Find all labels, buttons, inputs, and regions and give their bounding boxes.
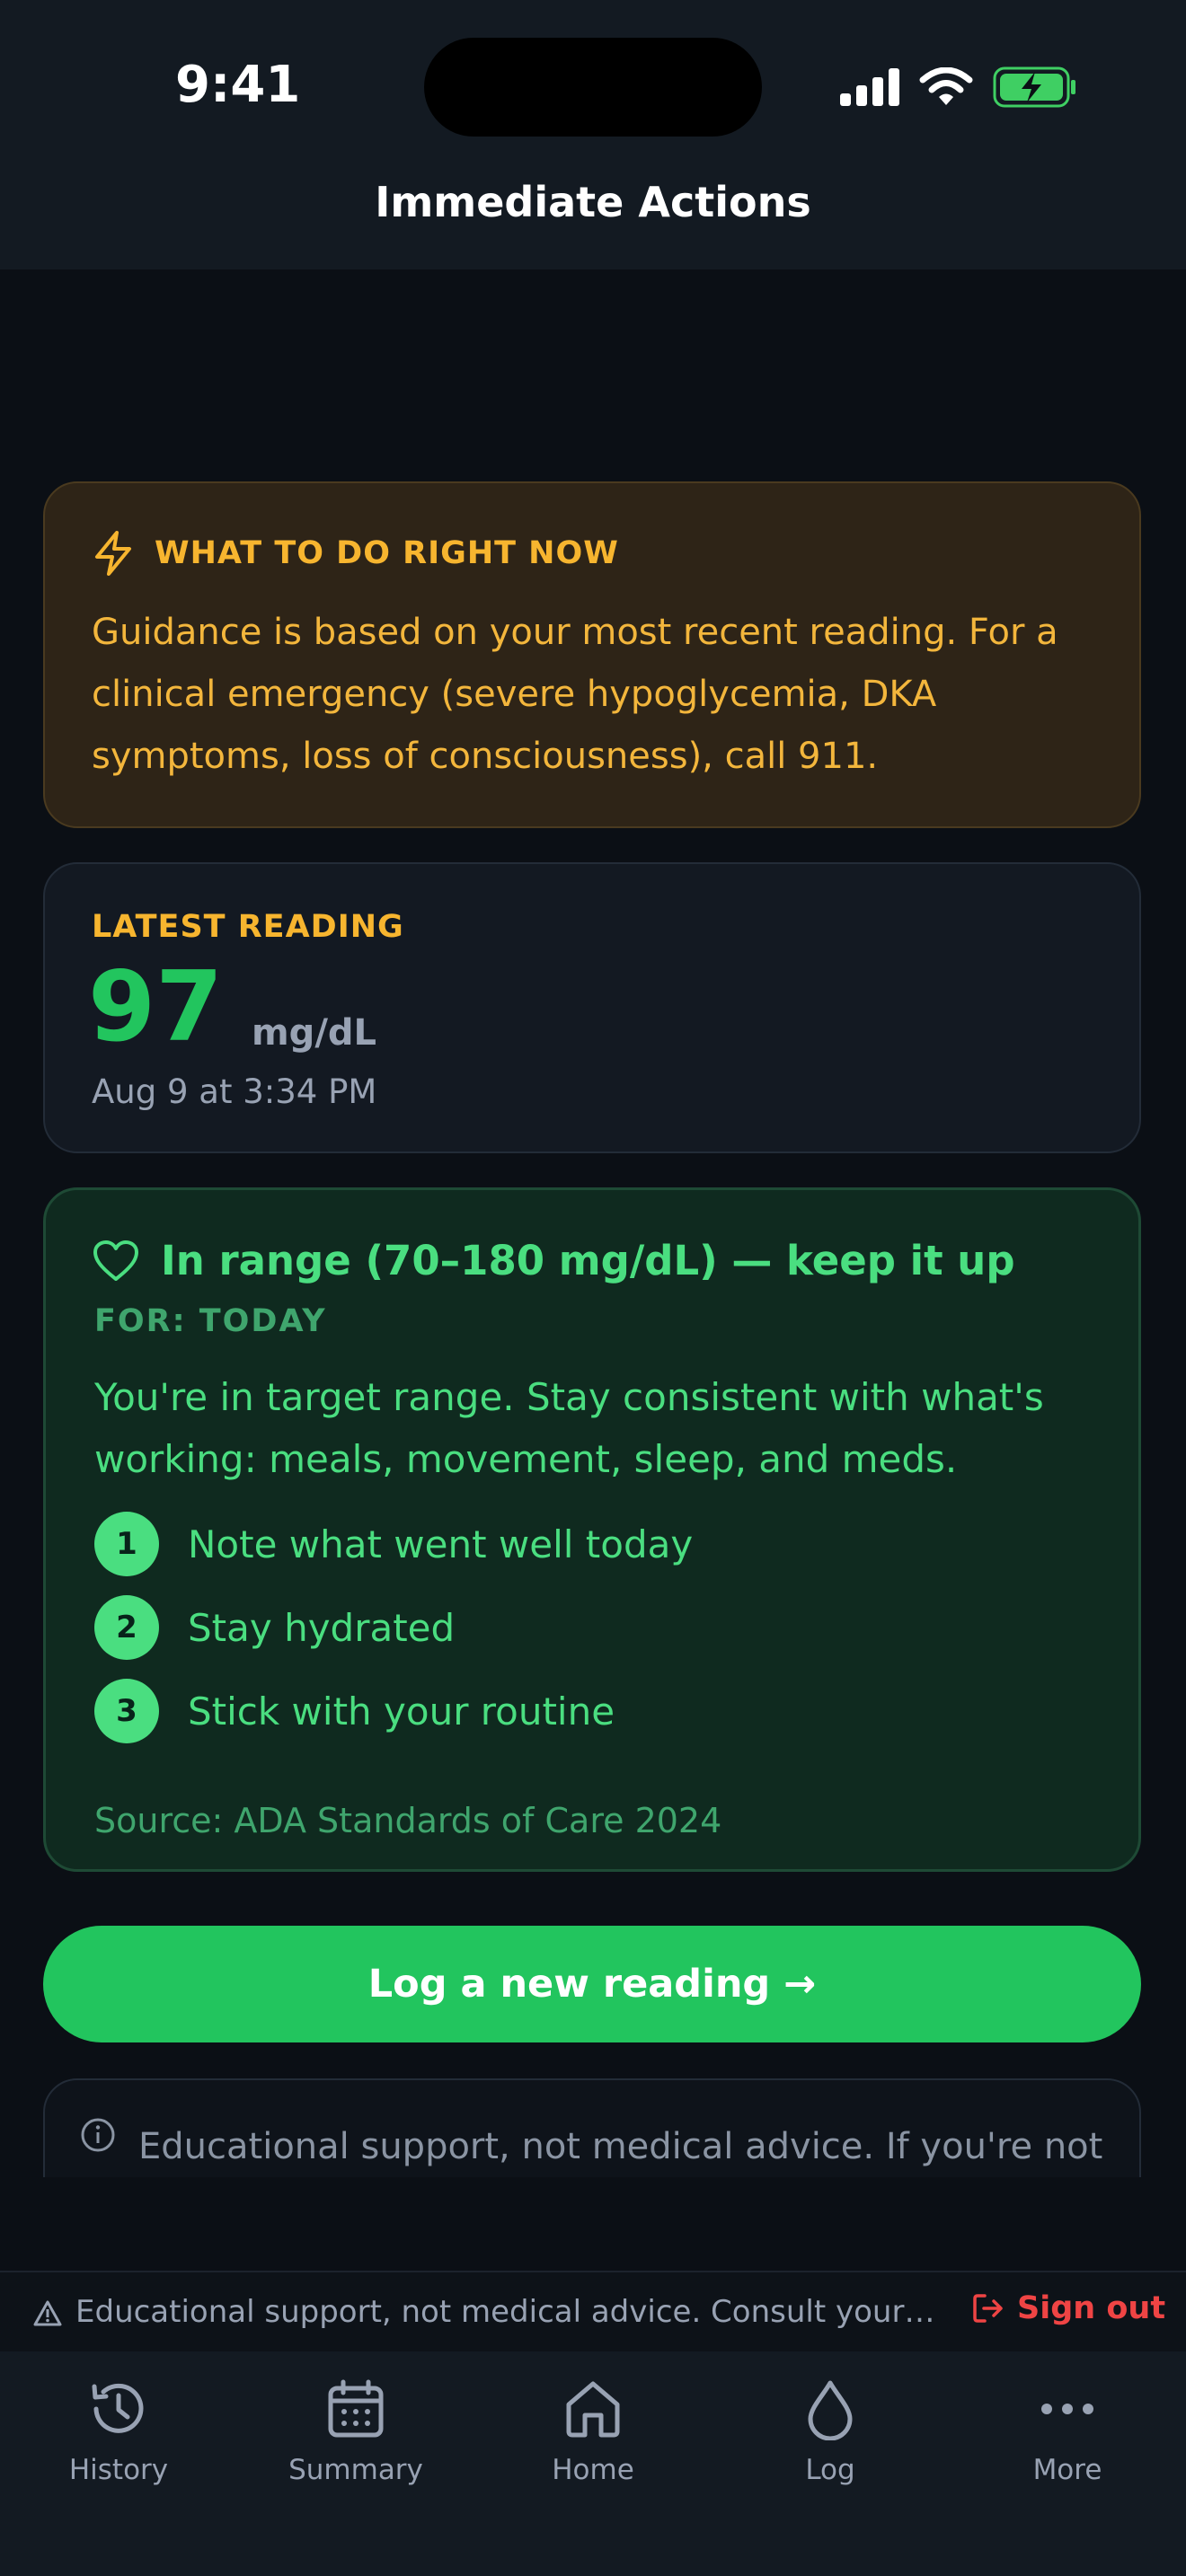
calendar-icon [328,2379,384,2438]
tab-label: Home [552,2454,634,2486]
tab-label: Log [805,2454,855,2486]
sign-out-icon [973,2294,1003,2323]
step-text: Note what went well today [188,1522,694,1566]
guidance-for-label: FOR: TODAY [94,1303,327,1339]
wifi-icon [919,67,973,105]
warning-icon [33,2300,62,2326]
log-new-reading-button[interactable]: Log a new reading → [43,1926,1141,2042]
sign-out-label: Sign out [1017,2290,1166,2326]
home-icon [566,2381,620,2438]
history-icon [92,2383,144,2433]
disclaimer-text: Educational support, not medical advice.… [138,2126,1103,2167]
step-number: 2 [94,1595,159,1660]
step-item: 3 Stick with your routine [94,1679,693,1743]
bottom-tab-bar: History Summary Home Log More [0,2351,1186,2576]
tab-home[interactable]: Home [474,2373,712,2508]
latest-reading-card: LATEST READING 97 mg/dL Aug 9 at 3:34 PM [43,862,1141,1153]
alert-body: Guidance is based on your most recent re… [92,612,1058,777]
step-item: 1 Note what went well today [94,1512,693,1576]
alert-title: WHAT TO DO RIGHT NOW [155,535,619,571]
sign-out-button[interactable]: Sign out [972,2290,1165,2326]
battery-charging-icon [993,66,1075,108]
signal-icon [840,68,899,106]
status-bar: 9:41 [0,0,1186,180]
guidance-source: Source: ADA Standards of Care 2024 [94,1801,722,1840]
reading-timestamp: Aug 9 at 3:34 PM [92,1072,377,1111]
more-icon [1041,2404,1093,2414]
page-title: Immediate Actions [375,178,811,226]
tab-label: Summary [288,2454,423,2486]
tab-more[interactable]: More [949,2373,1186,2508]
status-time: 9:41 [175,56,301,114]
step-text: Stick with your routine [188,1689,615,1734]
disclaimer-card: Educational support, not medical advice.… [43,2078,1141,2177]
log-button-label: Log a new reading → [367,1962,817,2007]
screen-header: Immediate Actions [0,178,1186,269]
footer-disclaimer-text: Educational support, not medical advice.… [75,2294,938,2330]
status-icons [840,65,1077,110]
step-item: 2 Stay hydrated [94,1595,693,1660]
tab-label: History [68,2454,169,2486]
guidance-title: In range (70–180 mg/dL) — keep it up [161,1237,1015,1284]
reading-value: 97 [88,951,224,1063]
emergency-alert-card: WHAT TO DO RIGHT NOW Guidance is based o… [43,481,1141,828]
info-icon [81,2118,115,2152]
dynamic-island [424,38,762,137]
scroll-content[interactable]: WHAT TO DO RIGHT NOW Guidance is based o… [0,269,1186,2177]
tab-summary[interactable]: Summary [237,2373,474,2508]
guidance-header: In range (70–180 mg/dL) — keep it up [93,1237,1015,1284]
lightning-icon [95,531,131,576]
heart-icon [93,1239,138,1281]
step-number: 3 [94,1679,159,1743]
guidance-card: In range (70–180 mg/dL) — keep it up FOR… [43,1187,1141,1872]
tab-log[interactable]: Log [712,2373,949,2508]
action-steps: 1 Note what went well today 2 Stay hydra… [94,1512,693,1762]
tab-label: More [1032,2454,1102,2486]
drop-icon [808,2380,853,2440]
tab-history[interactable]: History [0,2373,237,2508]
step-number: 1 [94,1512,159,1576]
alert-header: WHAT TO DO RIGHT NOW [92,530,619,577]
guidance-body: You're in target range. Stay consistent … [94,1375,1044,1481]
reading-unit: mg/dL [252,1012,377,1054]
step-text: Stay hydrated [188,1605,456,1650]
footer-disclaimer-bar: Educational support, not medical advice.… [0,2271,1186,2353]
reading-label: LATEST READING [92,909,404,945]
